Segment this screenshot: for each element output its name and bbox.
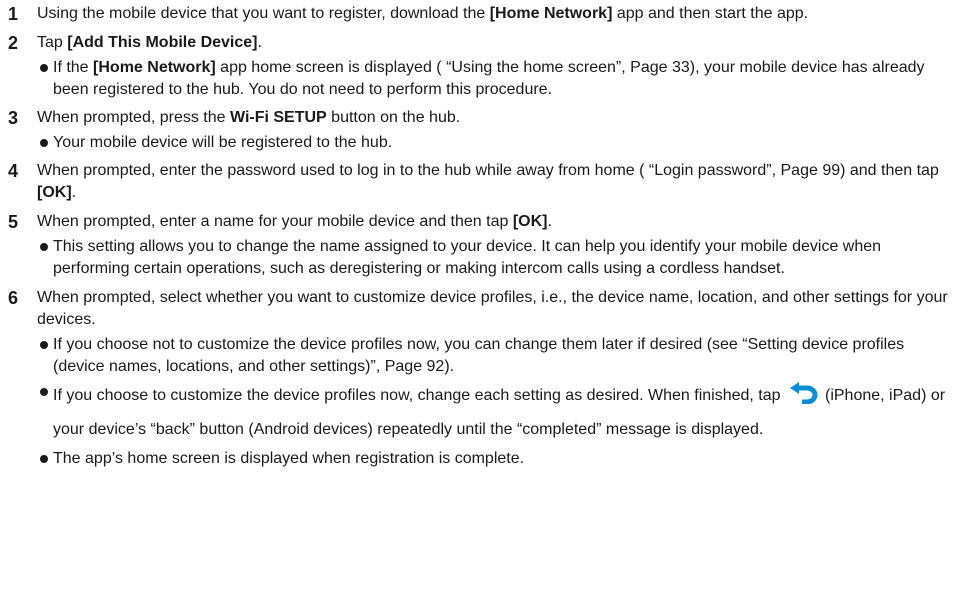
step-number: 3 (8, 108, 19, 128)
step-text-part: . (257, 34, 262, 51)
app-name: [Home Network] (489, 5, 613, 22)
step-notes: Your mobile device will be registered to… (37, 132, 960, 154)
step-3: 3 When prompted, press the Wi-Fi SETUP b… (8, 107, 960, 154)
step-notes: If you choose not to customize the devic… (37, 334, 960, 470)
step-text: When prompted, press the Wi-Fi SETUP but… (37, 107, 960, 129)
app-name: [Home Network] (93, 59, 216, 76)
step-text-part: . (71, 184, 77, 201)
step-2: 2 Tap [Add This Mobile Device]. If the [… (8, 32, 960, 101)
step-text: Using the mobile device that you want to… (37, 3, 960, 25)
step-text-part: When prompted, press the (37, 109, 230, 126)
step-number: 2 (8, 33, 19, 53)
step-6: 6 When prompted, select whether you want… (8, 287, 960, 470)
step-1: 1 Using the mobile device that you want … (8, 3, 960, 25)
note-text-part: If you choose to customize the device pr… (53, 387, 781, 404)
step-text: Tap [Add This Mobile Device]. (37, 32, 960, 54)
step-text-part: When prompted, enter the password used t… (37, 162, 939, 179)
step-notes: This setting allows you to change the na… (37, 236, 960, 280)
step-text-part: button on the hub. (326, 109, 461, 126)
step-text-part: When prompted, enter a name for your mob… (37, 213, 513, 230)
button-label: [Add This Mobile Device] (67, 34, 258, 51)
step-body: When prompted, enter a name for your mob… (37, 211, 960, 280)
note-text-part: If the (53, 59, 94, 76)
note-item: If you choose not to customize the devic… (37, 334, 960, 378)
step-number: 4 (8, 161, 19, 181)
button-label: [OK] (37, 184, 72, 201)
step-text-part: Using the mobile device that you want to… (37, 5, 490, 22)
step-notes: If the [Home Network] app home screen is… (37, 57, 960, 101)
button-label: [OK] (512, 213, 548, 230)
hub-button-label: Wi-Fi SETUP (229, 109, 327, 126)
note-item: The app’s home screen is displayed when … (37, 448, 960, 470)
note-item: If the [Home Network] app home screen is… (37, 57, 960, 101)
note-item: If you choose to customize the device pr… (37, 381, 960, 445)
step-text: When prompted, enter the password used t… (37, 160, 960, 204)
step-5: 5 When prompted, enter a name for your m… (8, 211, 960, 280)
step-text: When prompted, select whether you want t… (37, 289, 948, 328)
note-item: This setting allows you to change the na… (37, 236, 960, 280)
step-body: Tap [Add This Mobile Device]. If the [Ho… (37, 32, 960, 101)
step-4: 4 When prompted, enter the password used… (8, 160, 960, 204)
step-text: When prompted, enter a name for your mob… (37, 211, 960, 233)
step-body: When prompted, press the Wi-Fi SETUP but… (37, 107, 960, 154)
step-body: When prompted, select whether you want t… (37, 287, 960, 470)
instruction-page: 1 Using the mobile device that you want … (0, 0, 976, 470)
step-number: 1 (8, 4, 19, 24)
note-item: Your mobile device will be registered to… (37, 132, 960, 154)
step-number: 5 (8, 212, 19, 232)
step-text-part: . (547, 213, 552, 230)
back-arrow-icon (789, 382, 819, 415)
step-text-part: app and then start the app. (612, 5, 809, 22)
step-number: 6 (8, 288, 19, 308)
step-text-part: Tap (37, 34, 68, 51)
